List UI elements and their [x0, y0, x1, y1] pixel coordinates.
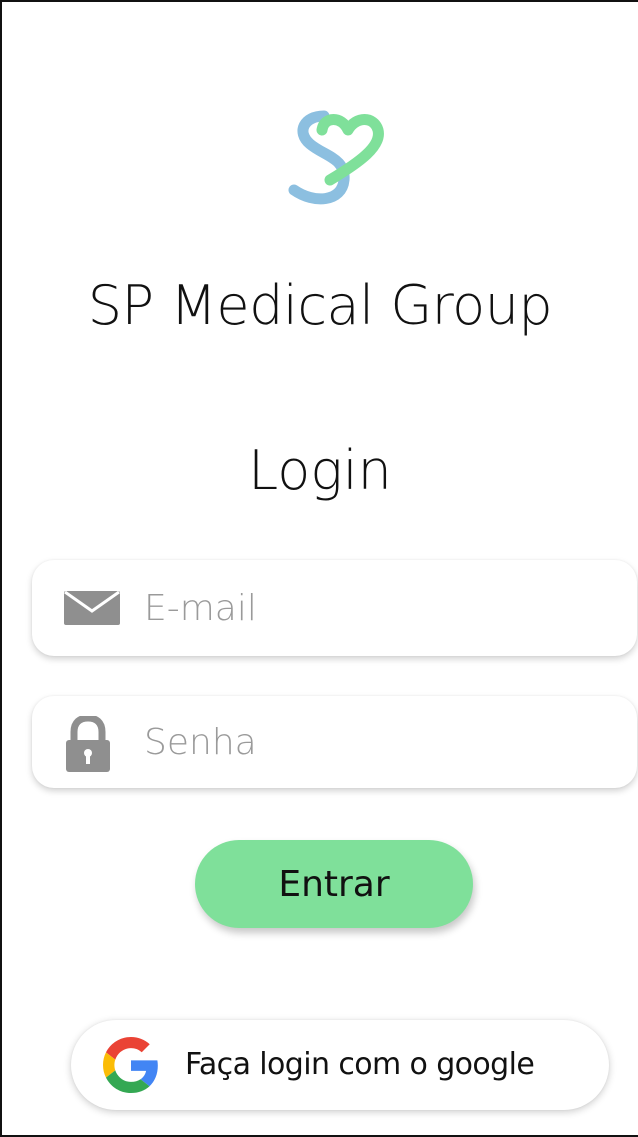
lock-icon [66, 716, 110, 772]
page-title: Login [248, 439, 392, 502]
login-screen: SP Medical Group Login Entrar Faça login… [0, 0, 638, 1137]
envelope-icon [64, 591, 120, 625]
email-input[interactable] [144, 560, 614, 656]
google-g-icon [103, 1037, 158, 1093]
enter-button[interactable]: Entrar [195, 840, 473, 928]
password-input[interactable] [144, 696, 614, 788]
app-title: SP Medical Group [87, 274, 553, 337]
google-login-label: Faça login com o google [185, 1047, 535, 1082]
sp-heart-logo-icon [288, 110, 384, 205]
google-login-button[interactable]: Faça login com o google [71, 1020, 609, 1110]
password-field[interactable] [32, 696, 637, 788]
email-field[interactable] [32, 560, 637, 656]
